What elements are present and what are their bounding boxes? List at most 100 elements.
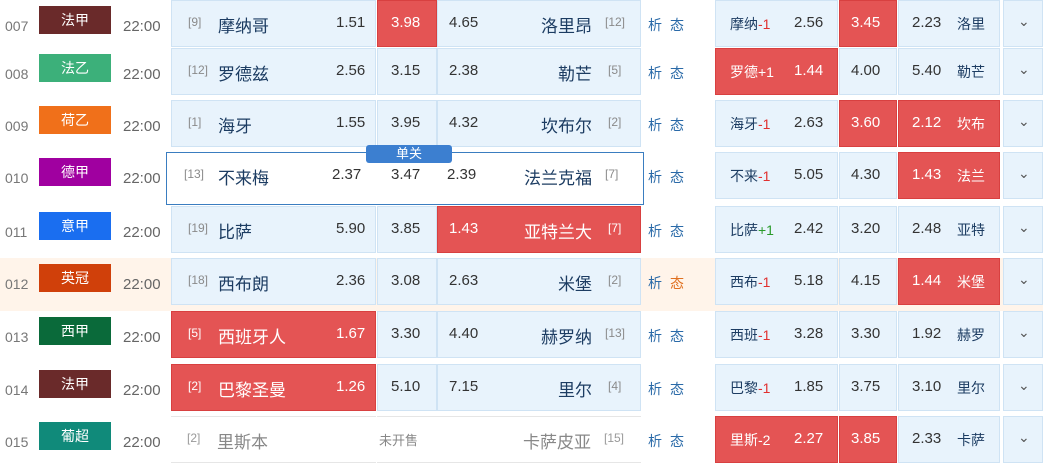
analysis-link[interactable]: 析 (648, 326, 662, 346)
draw-option[interactable]: 5.10 (377, 364, 437, 411)
handicap-away-odd: 2.23 (912, 14, 942, 31)
home-team: 里斯本 (217, 433, 268, 452)
expand-button[interactable]: ⌄ (1003, 152, 1043, 199)
away-win-option[interactable]: 2.63 米堡 [2] (437, 258, 641, 305)
draw-odd: 3.47 (391, 166, 421, 183)
league-badge[interactable]: 法甲 (39, 6, 111, 34)
handicap-away-option[interactable]: 5.40 勒芒 (898, 48, 1000, 95)
expand-button[interactable]: ⌄ (1003, 416, 1043, 463)
analysis-link[interactable]: 析 (648, 273, 662, 293)
trend-link[interactable]: 态 (670, 431, 684, 451)
handicap-home-option[interactable]: 海牙-1 2.63 (715, 100, 838, 147)
draw-odd: 3.85 (391, 220, 421, 237)
match-row-008: 008 法乙 22:00 [12] 罗德兹 2.56 3.15 2.38 勒芒 … (0, 48, 1043, 101)
handicap-away-option[interactable]: 2.12 坎布 (898, 100, 1000, 147)
handicap-away-option[interactable]: 3.10 里尔 (898, 364, 1000, 411)
away-win-option[interactable]: 4.32 坎布尔 [2] (437, 100, 641, 147)
home-rank: [2] (187, 431, 201, 445)
handicap-draw-option[interactable]: 3.45 (839, 0, 897, 47)
handicap-draw-option[interactable]: 4.15 (839, 258, 897, 305)
analysis-link[interactable]: 析 (648, 221, 662, 241)
away-odd: 4.40 (449, 325, 479, 342)
trend-link[interactable]: 态 (670, 115, 684, 135)
home-win-option[interactable]: [18] 西布朗 2.36 (171, 258, 376, 305)
handicap-draw-option[interactable]: 3.30 (839, 311, 897, 358)
draw-option[interactable]: 3.85 (377, 206, 437, 253)
away-win-option[interactable]: 2.39 法兰克福 [7] (437, 152, 641, 199)
home-win-option[interactable]: [9] 摩纳哥 1.51 (171, 0, 376, 47)
away-win-option[interactable]: 1.43 亚特兰大 [7] (437, 206, 641, 253)
handicap-away-odd: 5.40 (912, 62, 942, 79)
trend-link[interactable]: 态 (670, 273, 684, 293)
away-win-option[interactable]: 4.40 赫罗纳 [13] (437, 311, 641, 358)
analysis-link[interactable]: 析 (648, 15, 662, 35)
away-win-option[interactable]: 7.15 里尔 [4] (437, 364, 641, 411)
handicap-away-option[interactable]: 2.23 洛里 (898, 0, 1000, 47)
handicap-away-option[interactable]: 1.92 赫罗 (898, 311, 1000, 358)
league-badge[interactable]: 德甲 (39, 158, 111, 186)
away-win-option[interactable]: 2.38 勒芒 [5] (437, 48, 641, 95)
match-time: 22:00 (123, 224, 161, 241)
home-win-option[interactable]: [1] 海牙 1.55 (171, 100, 376, 147)
handicap-away-option[interactable]: 1.43 法兰 (898, 152, 1000, 199)
expand-button[interactable]: ⌄ (1003, 364, 1043, 411)
analysis-link[interactable]: 析 (648, 379, 662, 399)
handicap-draw-option[interactable]: 3.20 (839, 206, 897, 253)
league-badge[interactable]: 西甲 (39, 317, 111, 345)
handicap-draw-option[interactable]: 3.60 (839, 100, 897, 147)
home-win-option[interactable]: [2] 巴黎圣曼 1.26 (171, 364, 376, 411)
draw-option[interactable]: 3.98 (377, 0, 437, 47)
handicap-home-option[interactable]: 比萨+1 2.42 (715, 206, 838, 253)
trend-link[interactable]: 态 (670, 167, 684, 187)
trend-link[interactable]: 态 (670, 326, 684, 346)
handicap-draw-option[interactable]: 3.85 (839, 416, 897, 463)
expand-button[interactable]: ⌄ (1003, 48, 1043, 95)
handicap-home-option[interactable]: 巴黎-1 1.85 (715, 364, 838, 411)
analysis-link[interactable]: 析 (648, 63, 662, 83)
match-time: 22:00 (123, 329, 161, 346)
draw-option[interactable]: 3.30 (377, 311, 437, 358)
handicap-home-option[interactable]: 里斯-2 2.27 (715, 416, 838, 463)
home-odd: 2.56 (336, 62, 366, 79)
handicap-home-option[interactable]: 罗德+1 1.44 (715, 48, 838, 95)
league-badge[interactable]: 葡超 (39, 422, 111, 450)
away-win-option[interactable]: 4.65 洛里昂 [12] (437, 0, 641, 47)
handicap-home-option[interactable]: 不来-1 5.05 (715, 152, 838, 199)
trend-link[interactable]: 态 (670, 63, 684, 83)
handicap-home-option[interactable]: 西班-1 3.28 (715, 311, 838, 358)
handicap-home-option[interactable]: 摩纳-1 2.56 (715, 0, 838, 47)
handicap-draw-option[interactable]: 4.00 (839, 48, 897, 95)
handicap-away-option[interactable]: 1.44 米堡 (898, 258, 1000, 305)
home-win-option[interactable]: [13] 不来梅 2.37 (171, 152, 376, 199)
home-win-option[interactable]: [12] 罗德兹 2.56 (171, 48, 376, 95)
league-badge[interactable]: 意甲 (39, 212, 111, 240)
analysis-link[interactable]: 析 (648, 167, 662, 187)
expand-button[interactable]: ⌄ (1003, 100, 1043, 147)
away-team: 亚特兰大 (524, 223, 592, 242)
expand-button[interactable]: ⌄ (1003, 206, 1043, 253)
handicap-draw-option[interactable]: 4.30 (839, 152, 897, 199)
handicap-away-option[interactable]: 2.33 卡萨 (898, 416, 1000, 463)
draw-option[interactable]: 3.08 (377, 258, 437, 305)
league-badge[interactable]: 法乙 (39, 54, 111, 82)
handicap-home-option[interactable]: 西布-1 5.18 (715, 258, 838, 305)
league-badge[interactable]: 法甲 (39, 370, 111, 398)
league-badge[interactable]: 荷乙 (39, 106, 111, 134)
draw-option[interactable]: 3.15 (377, 48, 437, 95)
trend-link[interactable]: 态 (670, 221, 684, 241)
draw-option[interactable]: 3.95 (377, 100, 437, 147)
home-win-option[interactable]: [19] 比萨 5.90 (171, 206, 376, 253)
expand-button[interactable]: ⌄ (1003, 0, 1043, 47)
trend-link[interactable]: 态 (670, 15, 684, 35)
analysis-link[interactable]: 析 (648, 115, 662, 135)
handicap-draw-option[interactable]: 3.75 (839, 364, 897, 411)
home-win-option[interactable]: [5] 西班牙人 1.67 (171, 311, 376, 358)
trend-link[interactable]: 态 (670, 379, 684, 399)
expand-button[interactable]: ⌄ (1003, 311, 1043, 358)
match-time: 22:00 (123, 434, 161, 451)
expand-button[interactable]: ⌄ (1003, 258, 1043, 305)
analysis-link[interactable]: 析 (648, 431, 662, 451)
handicap-away-option[interactable]: 2.48 亚特 (898, 206, 1000, 253)
draw-odd: 3.98 (391, 14, 421, 31)
league-badge[interactable]: 英冠 (39, 264, 111, 292)
